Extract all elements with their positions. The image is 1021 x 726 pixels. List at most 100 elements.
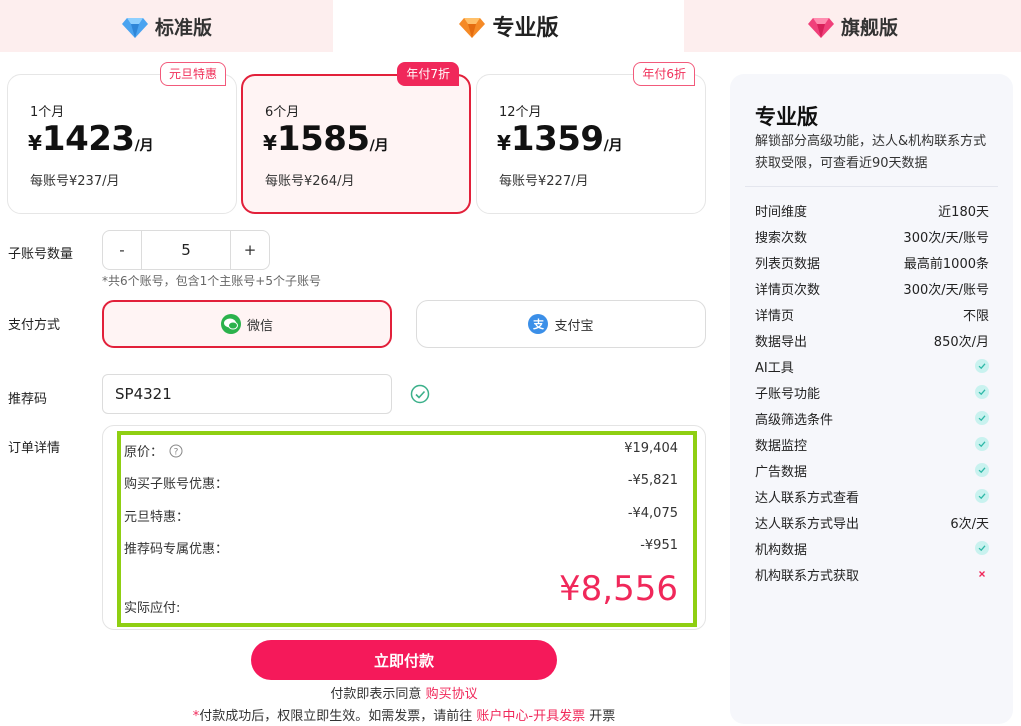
feature-name: 广告数据 — [755, 464, 808, 480]
feature-value: 300次/天/账号 — [903, 282, 989, 298]
plan-card-1-month[interactable]: 元旦特惠 1个月 ¥ 1423 /月 每账号¥237/月 — [7, 62, 237, 214]
new-year-discount-label: 元旦特惠： — [124, 510, 190, 525]
plan-duration: 12个月 — [499, 105, 542, 120]
feature-value: 850次/月 — [933, 334, 989, 350]
purchase-agreement-link[interactable]: 购买协议 — [426, 687, 478, 702]
plan-price-unit: /月 — [369, 138, 389, 154]
feature-row: 时间维度 近180天 — [755, 200, 989, 220]
agreement-text: 付款即表示同意 — [330, 687, 422, 702]
feature-name: 机构联系方式获取 — [755, 568, 860, 584]
tab-label: 专业版 — [492, 16, 559, 41]
feature-name: 机构数据 — [755, 542, 808, 558]
divider — [745, 186, 998, 187]
feature-row: 搜索次数 300次/天/账号 — [755, 226, 989, 246]
notice-text: 付款成功后，权限立即生效。如需发票，请前往 — [199, 709, 473, 724]
plan-card-6-months[interactable]: 年付7折 6个月 ¥ 1585 /月 每账号¥264/月 — [241, 62, 471, 214]
feature-name: 数据导出 — [755, 334, 808, 350]
tab-flagship[interactable]: 旗舰版 — [684, 0, 1021, 52]
currency-symbol: ¥ — [28, 131, 42, 155]
new-year-discount-value: -¥4,075 — [627, 506, 678, 521]
plan-price-value: 1585 — [276, 119, 370, 159]
feature-value: 300次/天/账号 — [903, 230, 989, 246]
plan-per-account: 每账号¥264/月 — [265, 174, 355, 189]
plan-duration: 6个月 — [265, 105, 300, 120]
feature-row: 高级筛选条件 — [755, 408, 989, 428]
invoice-link[interactable]: 账户中心-开具发票 — [476, 709, 585, 724]
total-label: 实际应付: — [124, 601, 181, 616]
plan-price: ¥ 1359 /月 — [497, 119, 623, 159]
agreement-line: 付款即表示同意 购买协议 — [0, 683, 808, 702]
feature-name: 子账号功能 — [755, 386, 821, 402]
cross-icon — [975, 567, 989, 581]
currency-symbol: ¥ — [497, 131, 511, 155]
pay-now-button[interactable]: 立即付款 — [251, 640, 557, 680]
feature-name: 达人联系方式导出 — [755, 516, 860, 532]
svg-text:?: ? — [174, 448, 179, 458]
alipay-icon: 支 — [528, 314, 549, 334]
feature-name: 数据监控 — [755, 438, 808, 454]
feature-row: 列表页数据 最高前1000条 — [755, 252, 989, 272]
sub-account-count[interactable]: 5 — [141, 231, 231, 269]
original-price-text: 原价： — [124, 445, 164, 460]
feature-row: 广告数据 — [755, 460, 989, 480]
feature-row: 详情页次数 300次/天/账号 — [755, 278, 989, 298]
feature-row: 详情页 不限 — [755, 304, 989, 324]
edition-tabs: 标准版 专业版 旗舰版 — [0, 0, 1021, 52]
tab-standard[interactable]: 标准版 — [0, 0, 333, 52]
feature-row: 机构联系方式获取 — [755, 564, 989, 584]
sub-account-stepper: - 5 + — [102, 230, 270, 270]
feature-name: 时间维度 — [755, 204, 808, 220]
referral-code-input[interactable] — [102, 374, 392, 414]
sub-account-discount-value: -¥5,821 — [627, 473, 678, 488]
check-icon — [975, 411, 989, 425]
order-details-label: 订单详情 — [8, 441, 61, 456]
referral-code-label: 推荐码 — [8, 392, 48, 407]
feature-name: 详情页 — [755, 308, 795, 324]
tab-professional[interactable]: 专业版 — [333, 0, 684, 52]
pink-diamond-icon — [807, 18, 834, 38]
check-icon — [975, 463, 989, 477]
alipay-label: 支付宝 — [554, 318, 594, 334]
original-price-label: 原价：? — [124, 441, 183, 460]
payment-method-label: 支付方式 — [8, 318, 61, 333]
alipay-option[interactable]: 支 支付宝 — [416, 300, 706, 348]
invoice-notice: *付款成功后，权限立即生效。如需发票，请前往 账户中心-开具发票 开票 — [0, 705, 808, 724]
check-icon — [975, 385, 989, 399]
check-circle-icon — [410, 384, 430, 404]
total-amount: ¥8,556 — [559, 569, 678, 609]
wechat-pay-option[interactable]: 微信 — [102, 300, 392, 348]
feature-name: 列表页数据 — [755, 256, 821, 272]
edition-description: 解锁部分高级功能，达人&机构联系方式获取受限，可查看近90天数据 — [755, 134, 987, 171]
wechat-icon — [220, 314, 241, 334]
plan-price-value: 1423 — [41, 119, 135, 159]
sub-account-note: *共6个账号，包含1个主账号+5个子账号 — [102, 274, 321, 288]
notice-tail: 开票 — [589, 709, 616, 724]
referral-discount-value: -¥951 — [640, 538, 678, 553]
plan-badge: 年付6折 — [633, 62, 695, 86]
tab-label: 旗舰版 — [840, 16, 898, 39]
feature-name: AI工具 — [755, 360, 794, 376]
plan-price-unit: /月 — [134, 138, 154, 154]
plan-duration: 1个月 — [30, 105, 65, 120]
referral-discount-label: 推荐码专属优惠： — [124, 542, 229, 557]
plan-price-value: 1359 — [510, 119, 604, 159]
feature-row: 数据监控 — [755, 434, 989, 454]
decrement-button[interactable]: - — [103, 231, 141, 269]
plan-price: ¥ 1423 /月 — [28, 119, 154, 159]
plan-per-account: 每账号¥227/月 — [499, 174, 589, 189]
check-icon — [975, 489, 989, 503]
currency-symbol: ¥ — [263, 131, 277, 155]
feature-value: 6次/天 — [950, 516, 989, 532]
question-icon[interactable]: ? — [169, 444, 183, 458]
edition-title: 专业版 — [755, 105, 818, 129]
feature-name: 达人联系方式查看 — [755, 490, 860, 506]
check-icon — [975, 437, 989, 451]
feature-name: 搜索次数 — [755, 230, 808, 246]
original-price-value: ¥19,404 — [624, 441, 678, 456]
orange-diamond-icon — [459, 18, 486, 38]
increment-button[interactable]: + — [231, 231, 269, 269]
check-icon — [975, 359, 989, 373]
plan-card-12-months[interactable]: 年付6折 12个月 ¥ 1359 /月 每账号¥227/月 — [476, 62, 706, 214]
feature-value: 不限 — [962, 308, 989, 324]
wechat-label: 微信 — [246, 318, 273, 334]
